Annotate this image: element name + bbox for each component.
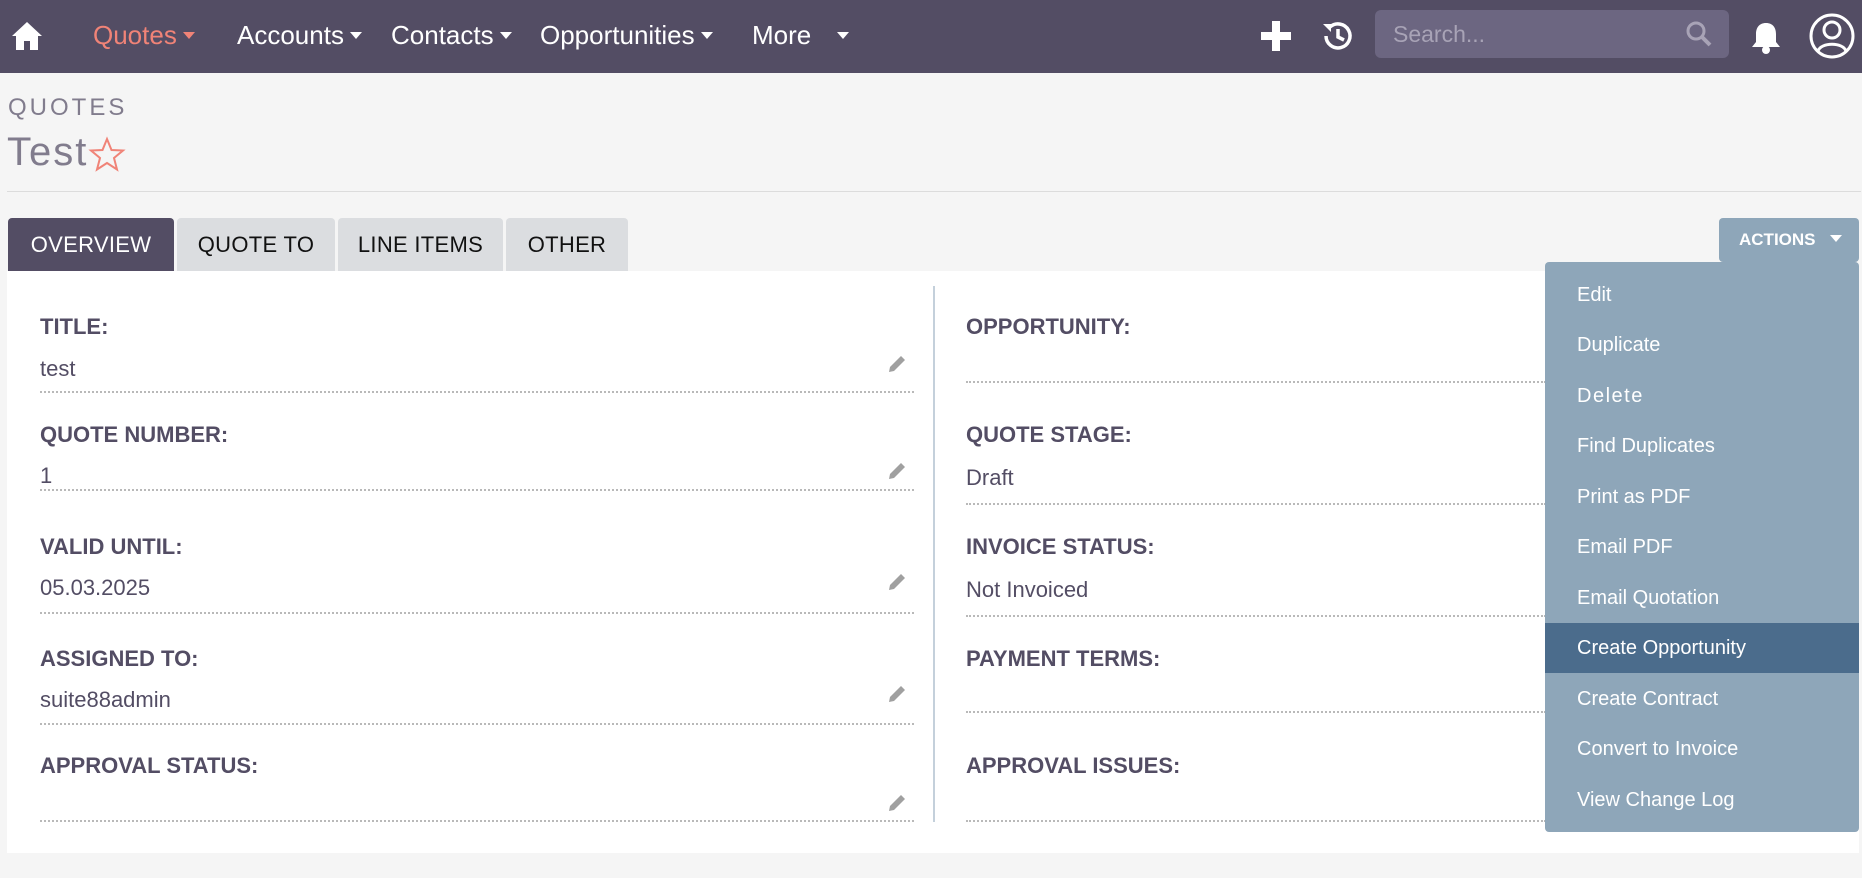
actions-dropdown-menu: Edit Duplicate Delete Find Duplicates Pr… (1545, 262, 1859, 832)
tab-quote-to[interactable]: QUOTE TO (177, 218, 335, 272)
nav-item-more[interactable]: More (752, 0, 850, 73)
field-value-quote-stage: Draft (966, 465, 1014, 490)
header-divider (7, 191, 1861, 192)
menu-item-create-opportunity[interactable]: Create Opportunity (1545, 623, 1859, 673)
field-label-quote-number: QUOTE NUMBER: (40, 422, 229, 447)
nav-item-contacts[interactable]: Contacts (391, 0, 512, 73)
field-underline (40, 612, 914, 614)
menu-item-email-pdf[interactable]: Email PDF (1545, 522, 1859, 572)
field-label-opportunity: OPPORTUNITY: (966, 314, 1131, 339)
menu-item-duplicate[interactable]: Duplicate (1545, 320, 1859, 370)
bell-icon[interactable] (1746, 17, 1786, 57)
actions-button[interactable]: ACTIONS (1719, 218, 1859, 262)
menu-item-print-as-pdf[interactable]: Print as PDF (1545, 472, 1859, 522)
pencil-icon[interactable] (886, 571, 908, 593)
field-value-valid-until: 05.03.2025 (40, 575, 151, 600)
menu-item-create-contract[interactable]: Create Contract (1545, 674, 1859, 724)
field-underline (966, 711, 1546, 713)
field-label-assigned-to: ASSIGNED TO: (40, 646, 199, 671)
module-label: QUOTES (8, 94, 128, 121)
nav-item-opportunities[interactable]: Opportunities (540, 0, 713, 73)
field-underline (966, 615, 1546, 617)
field-underline (966, 381, 1546, 383)
field-label-invoice-status: INVOICE STATUS: (966, 534, 1155, 559)
field-value-assigned-to: suite88admin (40, 687, 171, 712)
field-label-approval-status: APPROVAL STATUS: (40, 753, 259, 778)
menu-item-convert-to-invoice[interactable]: Convert to Invoice (1545, 724, 1859, 774)
nav-item-quotes[interactable]: Quotes (93, 0, 195, 73)
pencil-icon[interactable] (886, 353, 908, 375)
field-underline (40, 489, 914, 491)
field-value-invoice-status: Not Invoiced (966, 577, 1089, 602)
nav-item-label: Quotes (93, 20, 177, 50)
field-label-title: TITLE: (40, 314, 109, 339)
field-underline (40, 723, 914, 725)
favorite-star-icon[interactable] (88, 136, 126, 174)
field-underline (966, 503, 1546, 505)
pencil-icon[interactable] (886, 460, 908, 482)
pencil-icon[interactable] (886, 792, 908, 814)
chevron-down-icon (700, 31, 713, 39)
menu-item-delete[interactable]: Delete (1545, 371, 1859, 421)
field-label-valid-until: VALID UNTIL: (40, 534, 183, 559)
field-label-quote-stage: QUOTE STAGE: (966, 422, 1132, 447)
tab-line-items[interactable]: LINE ITEMS (338, 218, 503, 272)
field-underline (966, 820, 1546, 822)
nav-item-accounts[interactable]: Accounts (237, 0, 362, 73)
menu-item-email-quotation[interactable]: Email Quotation (1545, 573, 1859, 623)
nav-item-label: Accounts (237, 20, 344, 50)
nav-item-label: Opportunities (540, 20, 695, 50)
tab-other[interactable]: OTHER (506, 218, 628, 272)
chevron-down-icon (349, 31, 362, 39)
chevron-down-icon (1829, 235, 1842, 243)
field-value-quote-number: 1 (40, 463, 53, 488)
chevron-down-icon (837, 31, 850, 39)
field-underline (40, 391, 914, 393)
user-icon[interactable] (1808, 12, 1856, 60)
top-nav-bar: Quotes Accounts Contacts Opportunities M… (0, 0, 1862, 73)
page-title: Test (7, 130, 89, 174)
chevron-down-icon (499, 31, 512, 39)
pencil-icon[interactable] (886, 683, 908, 705)
search-icon[interactable] (1685, 20, 1713, 48)
menu-item-edit[interactable]: Edit (1545, 270, 1859, 320)
chevron-down-icon (182, 31, 195, 39)
column-divider (933, 286, 935, 822)
search-input[interactable] (1375, 10, 1675, 58)
menu-item-find-duplicates[interactable]: Find Duplicates (1545, 421, 1859, 471)
nav-item-label: More (752, 20, 812, 50)
home-icon[interactable] (9, 18, 45, 54)
field-label-approval-issues: APPROVAL ISSUES: (966, 753, 1181, 778)
menu-item-view-change-log[interactable]: View Change Log (1545, 775, 1859, 825)
field-value-title: test (40, 356, 76, 381)
field-underline (40, 820, 914, 822)
search-box (1375, 10, 1729, 58)
nav-item-label: Contacts (391, 20, 494, 50)
tab-overview[interactable]: OVERVIEW (8, 218, 174, 272)
field-label-payment-terms: PAYMENT TERMS: (966, 646, 1161, 671)
actions-label: ACTIONS (1739, 230, 1816, 249)
history-icon[interactable] (1318, 16, 1358, 56)
plus-icon[interactable] (1256, 16, 1296, 56)
